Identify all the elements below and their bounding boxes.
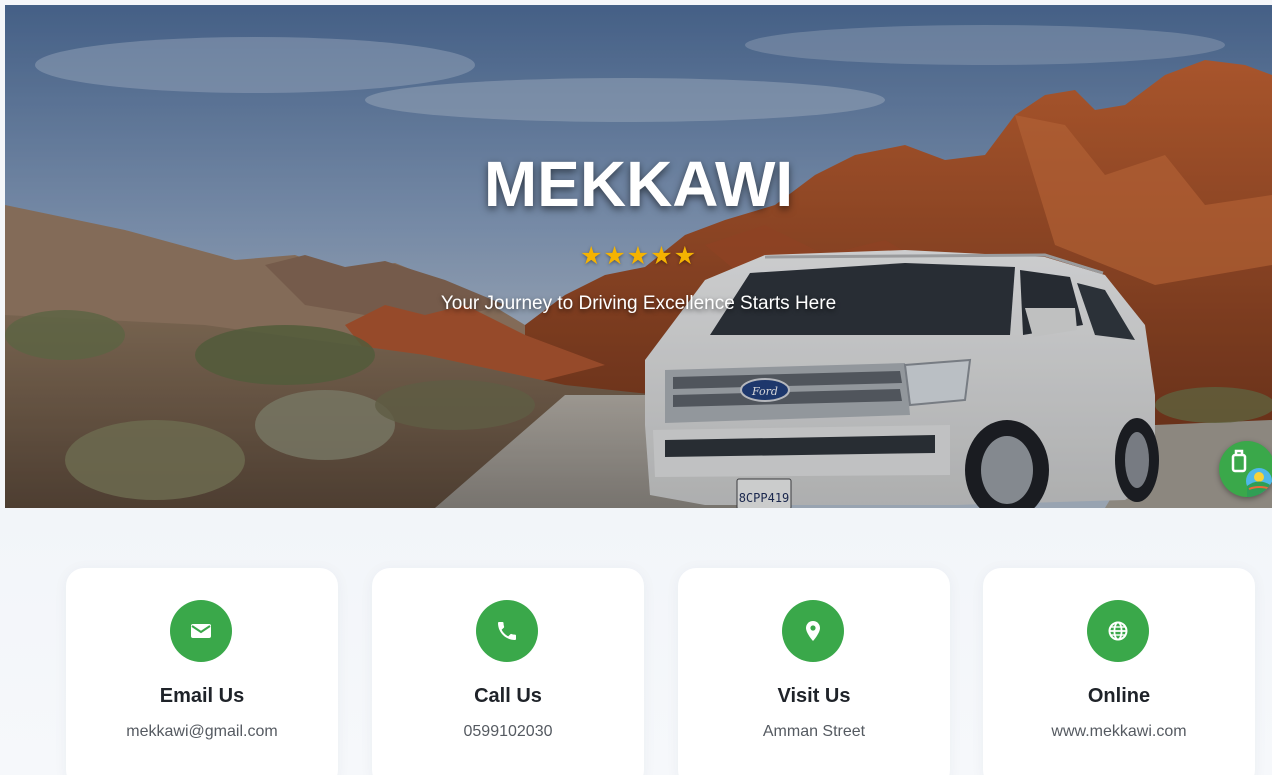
contact-website-link[interactable]: www.mekkawi.com <box>983 723 1255 741</box>
contact-card-address[interactable]: Visit Us Amman Street <box>678 568 950 775</box>
mail-icon <box>191 624 211 638</box>
app-launcher-icon <box>1231 449 1272 497</box>
contact-phone-value[interactable]: 0599102030 <box>372 723 644 741</box>
brand-title: MEKKAWI <box>483 148 794 220</box>
contact-section: Email Us mekkawi@gmail.com Call Us 05991… <box>0 508 1272 775</box>
globe-icon-badge <box>1087 600 1149 662</box>
location-pin-icon <box>806 621 820 641</box>
page: Ford 8CPP419 MEKKAWI ★★★★★ Your Journey … <box>0 0 1272 775</box>
contact-card-phone[interactable]: Call Us 0599102030 <box>372 568 644 775</box>
contact-card-email[interactable]: Email Us mekkawi@gmail.com <box>66 568 338 775</box>
hero-banner: Ford 8CPP419 MEKKAWI ★★★★★ Your Journey … <box>5 5 1272 508</box>
phone-icon <box>498 622 516 640</box>
rating-stars: ★★★★★ <box>579 242 698 270</box>
location-icon-badge <box>782 600 844 662</box>
contact-card-website[interactable]: Online www.mekkawi.com <box>983 568 1255 775</box>
email-icon-badge <box>170 600 232 662</box>
contact-card-title: Call Us <box>474 685 542 707</box>
globe-icon <box>1108 621 1128 641</box>
phone-icon-badge <box>476 600 538 662</box>
contact-email-value[interactable]: mekkawi@gmail.com <box>66 723 338 741</box>
floating-chat-button[interactable] <box>1219 441 1272 497</box>
contact-card-title: Online <box>1087 685 1151 707</box>
hero-tagline: Your Journey to Driving Excellence Start… <box>440 293 837 314</box>
contact-card-title: Visit Us <box>777 685 851 707</box>
contact-card-title: Email Us <box>159 685 245 707</box>
contact-address-value: Amman Street <box>762 723 866 740</box>
